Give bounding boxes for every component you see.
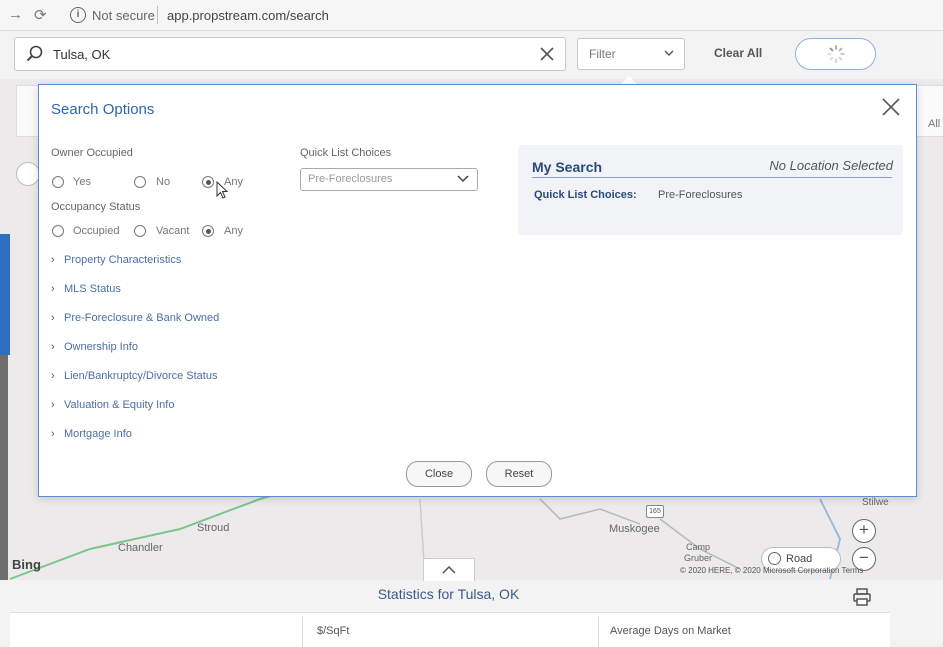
my-search-summary: My Search No Location Selected Quick Lis… <box>518 145 903 235</box>
map-label: Gruber <box>684 553 713 563</box>
chevron-right-icon: › <box>51 370 55 382</box>
chevron-down-icon <box>664 50 674 56</box>
occupancy-vacant-radio[interactable] <box>134 225 146 237</box>
expand-statistics-button[interactable] <box>423 558 475 581</box>
map-label: Chandler <box>118 542 163 554</box>
map-label: Muskogee <box>609 523 660 535</box>
radio-label: Yes <box>73 176 91 188</box>
map-label: Stroud <box>197 522 230 534</box>
browser-toolbar: → ⟳ i Not secure app.propstream.com/sear… <box>0 0 943 31</box>
map-style-label: Road <box>786 553 813 565</box>
address-bar[interactable]: app.propstream.com/search <box>167 8 329 23</box>
summary-divider <box>532 177 892 178</box>
chevron-up-icon <box>442 566 456 574</box>
owner-occupied-no-radio[interactable] <box>134 176 146 188</box>
clear-search-icon[interactable] <box>537 44 557 64</box>
owner-occupied-yes-radio[interactable] <box>52 176 64 188</box>
section-label: Pre-Foreclosure & Bank Owned <box>64 312 220 324</box>
my-search-title: My Search <box>532 159 603 175</box>
radio-label: Occupied <box>73 225 120 237</box>
quick-list-select[interactable]: Pre-Foreclosures <box>300 168 478 191</box>
owner-occupied-any-radio[interactable] <box>202 176 214 188</box>
radio-label: No <box>156 176 171 188</box>
map-label: Stilwe <box>862 497 889 508</box>
section-label: Ownership Info <box>64 341 138 353</box>
statistics-panel: Statistics for Tulsa, OK $/SqFt Average … <box>0 558 943 647</box>
clear-all-button[interactable]: Clear All <box>714 46 762 60</box>
summary-key: Quick List Choices: <box>534 189 637 201</box>
highway-shield: 165 <box>646 505 664 518</box>
loading-spinner-icon <box>827 45 845 63</box>
location-status: No Location Selected <box>769 158 893 173</box>
chevron-right-icon: › <box>51 312 55 324</box>
search-value: Tulsa, OK <box>53 47 111 62</box>
occupancy-any-radio[interactable] <box>202 225 214 237</box>
occupancy-status-label: Occupancy Status <box>51 201 141 213</box>
section-label: Lien/Bankruptcy/Divorce Status <box>64 370 218 382</box>
bing-logo: Bing <box>12 557 41 572</box>
back-arrow-icon[interactable]: → <box>8 6 23 23</box>
section-ownership-info[interactable]: › Ownership Info <box>51 341 138 353</box>
close-button[interactable]: Close <box>406 461 472 487</box>
chevron-right-icon: › <box>51 399 55 411</box>
security-status: Not secure <box>92 8 155 23</box>
reload-icon[interactable]: ⟳ <box>34 6 47 24</box>
section-label: Mortgage Info <box>64 428 132 440</box>
url-separator <box>157 6 158 24</box>
section-property-characteristics[interactable]: › Property Characteristics <box>51 254 181 266</box>
quick-list-value: Pre-Foreclosures <box>308 173 393 185</box>
search-icon <box>26 45 43 62</box>
location-search-input[interactable]: Tulsa, OK <box>14 37 566 71</box>
stat-column-header: $/SqFt <box>317 625 350 637</box>
statistics-row: $/SqFt Average Days on Market <box>10 612 890 647</box>
column-divider <box>302 617 303 647</box>
summary-value: Pre-Foreclosures <box>658 189 743 201</box>
search-button[interactable] <box>795 38 876 70</box>
stat-column-header: Average Days on Market <box>610 625 731 637</box>
chevron-right-icon: › <box>51 283 55 295</box>
zoom-in-button[interactable]: + <box>852 519 876 543</box>
section-valuation-equity[interactable]: › Valuation & Equity Info <box>51 399 174 411</box>
occupancy-occupied-radio[interactable] <box>52 225 64 237</box>
section-lien-bankruptcy-divorce[interactable]: › Lien/Bankruptcy/Divorce Status <box>51 370 217 382</box>
statistics-title: Statistics for Tulsa, OK <box>377 586 520 602</box>
chevron-right-icon: › <box>51 341 55 353</box>
radio-label: Any <box>224 225 243 237</box>
globe-icon <box>768 552 781 565</box>
section-label: Property Characteristics <box>64 254 182 266</box>
map-copyright: © 2020 HERE, © 2020 Microsoft Corporatio… <box>680 566 864 575</box>
chevron-right-icon: › <box>51 254 55 266</box>
section-label: MLS Status <box>64 283 121 295</box>
info-icon[interactable]: i <box>70 7 86 23</box>
owner-occupied-label: Owner Occupied <box>51 147 133 159</box>
section-mls-status[interactable]: › MLS Status <box>51 283 121 295</box>
chevron-right-icon: › <box>51 428 55 440</box>
filter-dropdown[interactable]: Filter <box>577 38 685 70</box>
filter-label: Filter <box>589 47 616 61</box>
chevron-down-icon <box>457 175 469 183</box>
reset-button[interactable]: Reset <box>486 461 552 487</box>
map-label: Camp <box>686 542 711 552</box>
quick-list-label: Quick List Choices <box>300 147 392 159</box>
section-label: Valuation & Equity Info <box>64 399 175 411</box>
radio-label: Vacant <box>156 225 190 237</box>
search-options-dialog: Search Options Owner Occupied Yes No Any… <box>38 84 917 497</box>
close-icon[interactable] <box>880 96 902 118</box>
section-pre-foreclosure[interactable]: › Pre-Foreclosure & Bank Owned <box>51 312 219 324</box>
column-divider <box>598 617 599 647</box>
mouse-pointer-icon <box>216 181 228 199</box>
dialog-title: Search Options <box>51 101 155 118</box>
section-mortgage-info[interactable]: › Mortgage Info <box>51 428 132 440</box>
print-icon[interactable] <box>852 587 872 607</box>
